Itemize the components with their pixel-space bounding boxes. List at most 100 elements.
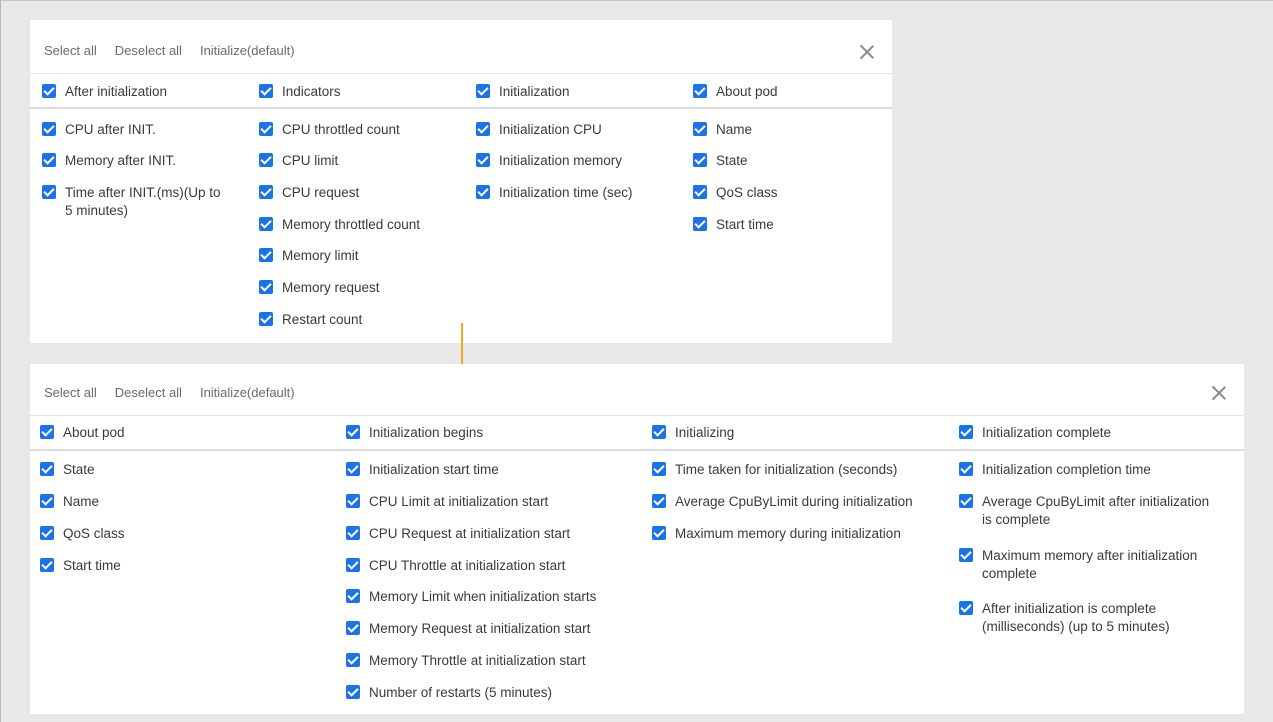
group-header-checkbox[interactable]: Initializing	[652, 424, 734, 442]
checkbox-checked-icon[interactable]	[346, 462, 360, 476]
option-checkbox[interactable]: Memory throttled count	[259, 216, 420, 234]
initialize-default-button[interactable]: Initialize(default)	[200, 385, 295, 400]
checkbox-checked-icon[interactable]	[42, 122, 56, 136]
checkbox-checked-icon[interactable]	[959, 462, 973, 476]
option-checkbox[interactable]: Time after INIT.(ms)(Up to 5 minutes)	[42, 184, 222, 220]
option-checkbox[interactable]: Start time	[40, 557, 121, 575]
checkbox-checked-icon[interactable]	[346, 494, 360, 508]
checkbox-checked-icon[interactable]	[693, 185, 707, 199]
option-checkbox[interactable]: CPU Throttle at initialization start	[346, 557, 565, 575]
checkbox-checked-icon[interactable]	[652, 425, 666, 439]
option-checkbox[interactable]: Restart count	[259, 311, 362, 329]
arrow-down-icon	[461, 323, 463, 369]
option-checkbox[interactable]: Name	[40, 493, 99, 511]
option-checkbox[interactable]: Number of restarts (5 minutes)	[346, 684, 552, 702]
option-checkbox[interactable]: CPU Request at initialization start	[346, 525, 570, 543]
option-checkbox[interactable]: Average CpuByLimit during initialization	[652, 493, 913, 511]
checkbox-checked-icon[interactable]	[40, 425, 54, 439]
checkbox-checked-icon[interactable]	[693, 84, 707, 98]
option-checkbox[interactable]: Memory limit	[259, 247, 359, 265]
checkbox-checked-icon[interactable]	[42, 153, 56, 167]
select-all-button[interactable]: Select all	[44, 385, 97, 400]
option-checkbox[interactable]: State	[693, 152, 748, 170]
checkbox-checked-icon[interactable]	[346, 425, 360, 439]
checkbox-checked-icon[interactable]	[40, 526, 54, 540]
option-checkbox[interactable]: CPU after INIT.	[42, 121, 156, 139]
option-checkbox[interactable]: State	[40, 461, 95, 479]
checkbox-checked-icon[interactable]	[959, 601, 973, 615]
option-checkbox[interactable]: Memory after INIT.	[42, 152, 176, 170]
checkbox-checked-icon[interactable]	[693, 217, 707, 231]
option-checkbox[interactable]: Initialization CPU	[476, 121, 602, 139]
checkbox-checked-icon[interactable]	[259, 280, 273, 294]
option-checkbox[interactable]: Memory Limit when initialization starts	[346, 588, 596, 606]
checkbox-checked-icon[interactable]	[693, 153, 707, 167]
checkbox-checked-icon[interactable]	[959, 548, 973, 562]
group-header-checkbox[interactable]: About pod	[40, 424, 125, 442]
checkbox-checked-icon[interactable]	[346, 685, 360, 699]
option-checkbox[interactable]: Memory Throttle at initialization start	[346, 652, 586, 670]
checkbox-checked-icon[interactable]	[959, 425, 973, 439]
checkbox-checked-icon[interactable]	[346, 621, 360, 635]
option-checkbox[interactable]: CPU limit	[259, 152, 338, 170]
option-checkbox[interactable]: CPU request	[259, 184, 359, 202]
option-checkbox[interactable]: Maximum memory after initialization comp…	[959, 547, 1221, 583]
option-checkbox[interactable]: Name	[693, 121, 752, 139]
checkbox-checked-icon[interactable]	[346, 526, 360, 540]
checkbox-checked-icon[interactable]	[346, 653, 360, 667]
option-checkbox[interactable]: Initialization start time	[346, 461, 499, 479]
checkbox-checked-icon[interactable]	[259, 122, 273, 136]
group-header-checkbox[interactable]: Indicators	[259, 83, 341, 101]
checkbox-checked-icon[interactable]	[259, 185, 273, 199]
checkbox-checked-icon[interactable]	[259, 84, 273, 98]
option-checkbox[interactable]: CPU Limit at initialization start	[346, 493, 548, 511]
checkbox-checked-icon[interactable]	[476, 185, 490, 199]
panel-toolbar: Select all Deselect all Initialize(defau…	[44, 364, 295, 420]
initialize-default-button[interactable]: Initialize(default)	[200, 43, 295, 58]
close-icon[interactable]	[860, 45, 874, 59]
checkbox-checked-icon[interactable]	[346, 589, 360, 603]
deselect-all-button[interactable]: Deselect all	[115, 385, 182, 400]
option-checkbox[interactable]: QoS class	[693, 184, 778, 202]
checkbox-checked-icon[interactable]	[346, 558, 360, 572]
checkbox-checked-icon[interactable]	[42, 84, 56, 98]
checkbox-checked-icon[interactable]	[40, 462, 54, 476]
checkbox-checked-icon[interactable]	[693, 122, 707, 136]
select-all-button[interactable]: Select all	[44, 43, 97, 58]
option-checkbox[interactable]: CPU throttled count	[259, 121, 400, 139]
option-checkbox[interactable]: Initialization completion time	[959, 461, 1151, 479]
group-header-checkbox[interactable]: About pod	[693, 83, 778, 101]
option-checkbox[interactable]: QoS class	[40, 525, 125, 543]
checkbox-checked-icon[interactable]	[652, 494, 666, 508]
checkbox-checked-icon[interactable]	[476, 153, 490, 167]
checkbox-checked-icon[interactable]	[959, 494, 973, 508]
group-header-checkbox[interactable]: Initialization	[476, 83, 570, 101]
option-checkbox[interactable]: Memory Request at initialization start	[346, 620, 590, 638]
group-header-checkbox[interactable]: Initialization complete	[959, 424, 1111, 442]
column-settings-panel-after: Select all Deselect all Initialize(defau…	[30, 364, 1244, 714]
option-checkbox[interactable]: Maximum memory during initialization	[652, 525, 901, 543]
checkbox-checked-icon[interactable]	[259, 153, 273, 167]
option-checkbox[interactable]: Start time	[693, 216, 774, 234]
option-checkbox[interactable]: Memory request	[259, 279, 380, 297]
panel-toolbar: Select all Deselect all Initialize(defau…	[44, 20, 295, 80]
option-checkbox[interactable]: After initialization is complete (millis…	[959, 600, 1221, 636]
option-checkbox[interactable]: Time taken for initialization (seconds)	[652, 461, 897, 479]
option-checkbox[interactable]: Initialization time (sec)	[476, 184, 633, 202]
checkbox-checked-icon[interactable]	[652, 462, 666, 476]
group-header-checkbox[interactable]: After initialization	[42, 83, 167, 101]
checkbox-checked-icon[interactable]	[652, 526, 666, 540]
checkbox-checked-icon[interactable]	[476, 122, 490, 136]
checkbox-checked-icon[interactable]	[259, 248, 273, 262]
checkbox-checked-icon[interactable]	[259, 217, 273, 231]
deselect-all-button[interactable]: Deselect all	[115, 43, 182, 58]
checkbox-checked-icon[interactable]	[40, 494, 54, 508]
option-checkbox[interactable]: Average CpuByLimit after initialization …	[959, 493, 1221, 529]
group-header-checkbox[interactable]: Initialization begins	[346, 424, 483, 442]
close-icon[interactable]	[1212, 386, 1226, 400]
checkbox-checked-icon[interactable]	[40, 558, 54, 572]
checkbox-checked-icon[interactable]	[259, 312, 273, 326]
checkbox-checked-icon[interactable]	[42, 185, 56, 199]
option-checkbox[interactable]: Initialization memory	[476, 152, 622, 170]
checkbox-checked-icon[interactable]	[476, 84, 490, 98]
